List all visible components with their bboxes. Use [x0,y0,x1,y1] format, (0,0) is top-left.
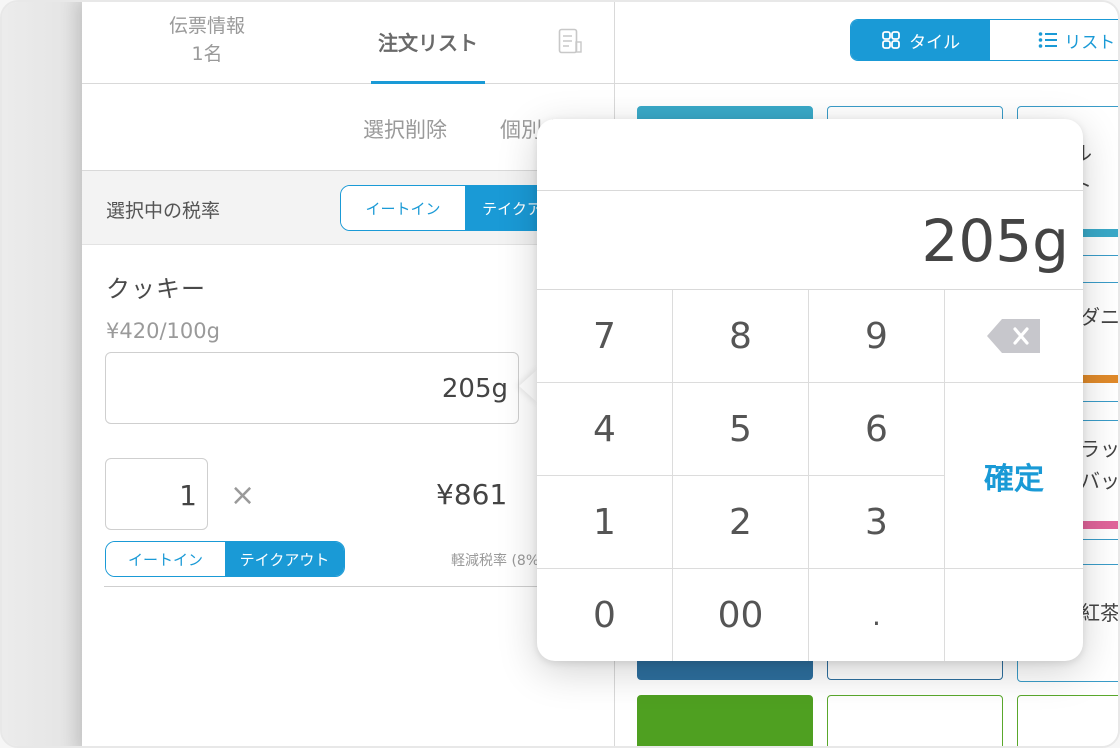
numpad-popover: 205g 7 8 9 4 5 6 1 2 3 確定 0 00 . [537,119,1083,661]
tab-order-list-label: 注文リスト [378,31,478,55]
product-tile-label: ダニー [1080,305,1120,329]
item-total: ¥861 [436,478,508,511]
key-8[interactable]: 8 [673,290,809,383]
key-5[interactable]: 5 [673,383,809,476]
key-0[interactable]: 0 [537,569,673,661]
numpad-header [537,119,1083,191]
key-00[interactable]: 00 [673,569,809,661]
tab-order-list[interactable]: 注文リスト [371,2,485,84]
reduced-tax-label: 軽減税率 (8%) [451,553,545,569]
tax-rate-label: 選択中の税率 [106,200,221,222]
list-view-option[interactable]: リスト [990,20,1118,60]
product-tile[interactable] [827,695,1003,746]
background-edge [2,2,82,746]
tax-eat-in-option[interactable]: イートイン [341,186,465,230]
delete-selected-button[interactable]: 選択削除 [363,114,447,144]
product-tile-label: ラッ バッ [1080,437,1120,493]
order-tabs: 伝票情報 1名 注文リスト [82,2,614,84]
view-toggle: タイル リスト [850,19,1118,61]
item-unit-price: ¥420/100g [106,319,220,343]
numpad-empty-cell [945,569,1083,661]
product-tile[interactable] [1017,695,1118,746]
product-header: タイル リスト [615,2,1118,84]
tile-color-stripe [1078,521,1118,529]
tab-slip-info-count: 1名 [191,43,223,65]
list-view-label: リスト [1064,32,1116,53]
key-9[interactable]: 9 [809,290,945,383]
key-4[interactable]: 4 [537,383,673,476]
confirm-button[interactable]: 確定 [945,383,1083,569]
product-tile[interactable] [637,695,813,746]
tab-slip-info-label: 伝票情報 [168,15,245,37]
quantity-value: 1 [179,479,197,512]
tile-view-option[interactable]: タイル [851,20,991,60]
key-7[interactable]: 7 [537,290,673,383]
weight-field[interactable]: 205g [105,352,519,424]
key-decimal[interactable]: . [809,569,945,661]
list-icon [1038,32,1058,48]
receipt-icon[interactable] [558,28,582,56]
backspace-icon [987,319,1040,353]
multiply-sign: × [230,478,256,513]
key-3[interactable]: 3 [809,476,945,569]
backspace-key[interactable] [945,290,1083,383]
item-divider [104,586,584,587]
tile-color-stripe [1078,375,1118,383]
tile-color-stripe [1078,229,1118,237]
tile-view-label: タイル [909,32,961,53]
weight-value: 205g [441,374,508,404]
quantity-field[interactable]: 1 [105,458,208,530]
item-eat-in-option[interactable]: イートイン [106,542,225,576]
item-takeout-option[interactable]: テイクアウト [225,542,344,576]
key-1[interactable]: 1 [537,476,673,569]
popover-arrow [519,368,539,404]
order-actions: 選択削除 個別会計 [82,84,614,171]
key-6[interactable]: 6 [809,383,945,476]
key-2[interactable]: 2 [673,476,809,569]
numpad-display-value: 205g [921,207,1069,275]
app-window: 伝票情報 1名 注文リスト 選択削除 個別会計 選択中 [0,0,1120,748]
numpad-display: 205g [537,191,1083,290]
grid-icon [882,31,900,49]
item-name: クッキー [106,275,206,303]
product-tile-label: 紅茶 [1080,601,1120,625]
tax-rate-row: 選択中の税率 イートイン テイクアウト [82,171,614,245]
tab-slip-info[interactable]: 伝票情報 1名 [142,12,272,68]
item-tax-toggle: イートイン テイクアウト [105,541,345,577]
